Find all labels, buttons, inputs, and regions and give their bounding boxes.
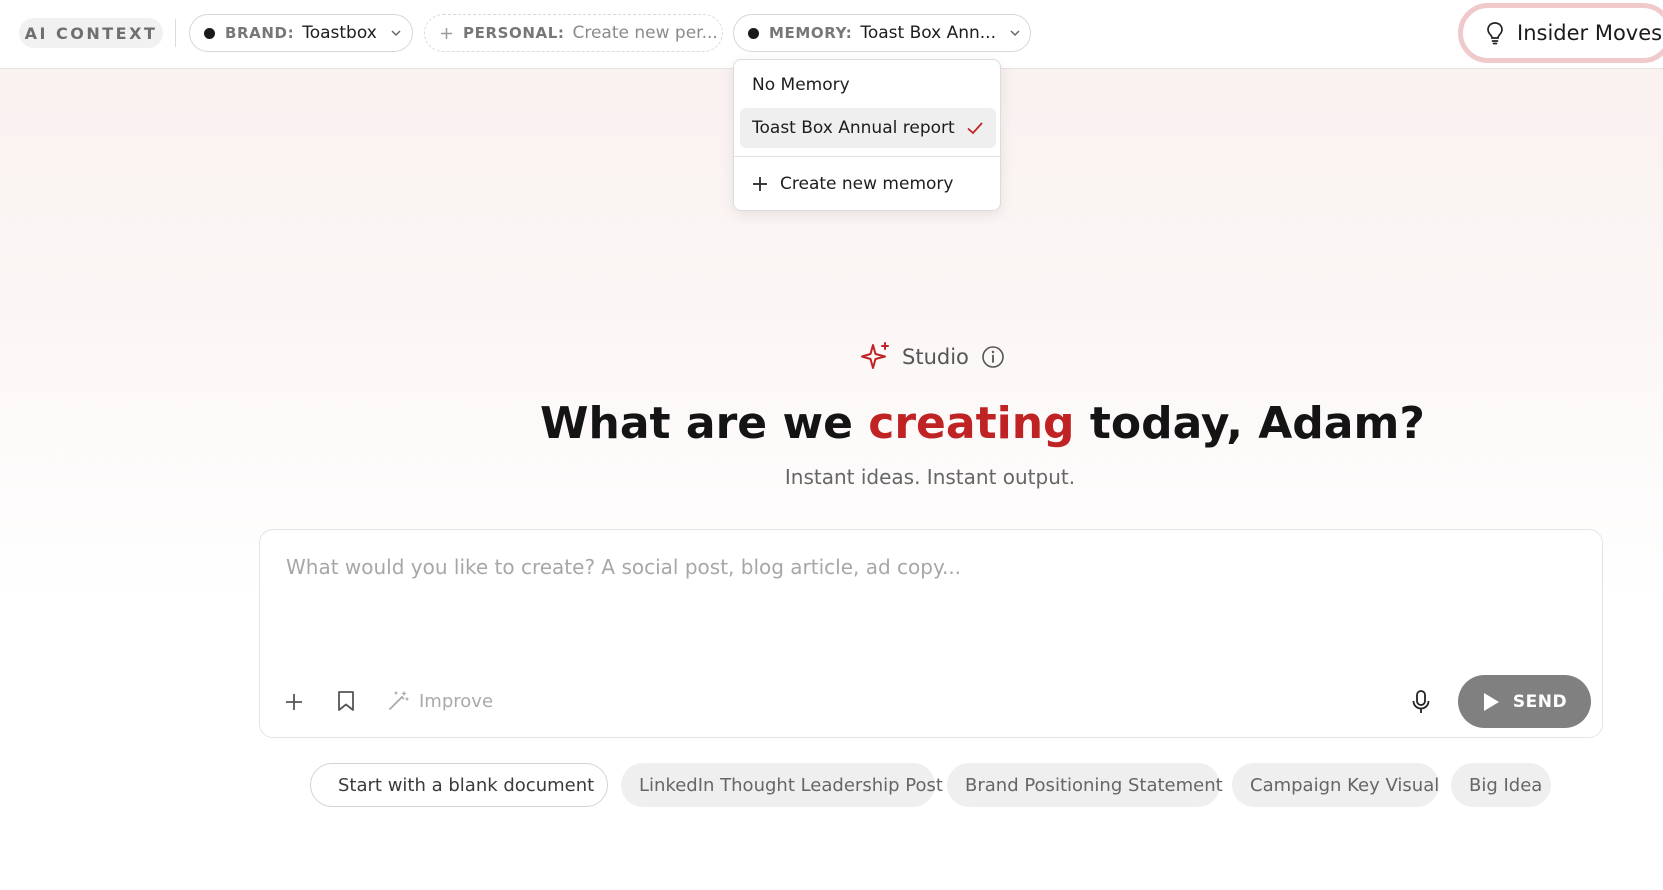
- chip-label: Campaign Key Visual: [1250, 774, 1440, 796]
- memory-dropdown-menu: No Memory Toast Box Annual report Create…: [733, 59, 1002, 211]
- personal-selector[interactable]: PERSONAL: Create new per...: [424, 14, 723, 52]
- divider: [175, 19, 176, 47]
- ai-context-label: AI CONTEXT: [19, 18, 163, 48]
- microphone-icon: [1412, 690, 1430, 713]
- tagline: Instant ideas. Instant output.: [784, 465, 1076, 489]
- personal-value: Create new per...: [572, 23, 718, 43]
- create-new-memory-label: Create new memory: [780, 174, 954, 194]
- chevron-down-icon: [391, 30, 401, 37]
- bookmark-icon: [338, 691, 354, 711]
- bookmark-button[interactable]: [337, 690, 355, 712]
- studio-header: Studio: [860, 340, 1005, 374]
- sparkle-icon: [861, 342, 889, 369]
- chevron-down-icon: [1010, 30, 1020, 37]
- menu-item-label: Toast Box Annual report: [752, 118, 955, 138]
- memory-status-dot: [748, 27, 759, 39]
- suggestion-linkedin-post[interactable]: LinkedIn Thought Leadership Post: [621, 763, 943, 807]
- plus-icon: [753, 177, 767, 191]
- lightbulb-icon: [1487, 22, 1503, 45]
- insider-moves-label: Insider Moves: [1517, 21, 1663, 45]
- menu-item-no-memory[interactable]: No Memory: [740, 65, 996, 105]
- suggestion-brand-positioning[interactable]: Brand Positioning Statement: [947, 763, 1223, 807]
- improve-label: Improve: [419, 690, 494, 712]
- info-icon[interactable]: [981, 345, 1005, 369]
- brand-selector[interactable]: BRAND: Toastbox: [189, 14, 413, 52]
- menu-item-toast-box-annual-report[interactable]: Toast Box Annual report: [740, 108, 996, 148]
- insider-moves-button[interactable]: Insider Moves: [1458, 3, 1663, 63]
- suggestion-campaign-key-visual[interactable]: Campaign Key Visual: [1232, 763, 1439, 807]
- add-attachment-button[interactable]: [284, 692, 304, 712]
- studio-label: Studio: [902, 345, 969, 369]
- microphone-button[interactable]: [1411, 689, 1431, 715]
- send-button[interactable]: SEND: [1458, 675, 1591, 728]
- create-new-memory-button[interactable]: Create new memory: [740, 164, 996, 204]
- headline-accent: creating: [868, 398, 1075, 449]
- magic-wand-icon: [389, 691, 409, 710]
- menu-item-label: No Memory: [752, 75, 850, 95]
- headline-suffix: today, Adam?: [1074, 398, 1425, 449]
- play-icon: [1483, 692, 1499, 711]
- plus-icon: [441, 27, 452, 39]
- chip-label: Big Idea: [1469, 774, 1543, 796]
- memory-selector[interactable]: MEMORY: Toast Box Ann...: [733, 14, 1031, 52]
- prompt-input[interactable]: [286, 552, 1566, 582]
- chip-label: Start with a blank document: [338, 774, 595, 796]
- memory-value: Toast Box Ann...: [860, 23, 996, 43]
- brand-value: Toastbox: [302, 23, 377, 43]
- page-title: What are we creating today, Adam?: [540, 398, 1425, 449]
- headline-prefix: What are we: [540, 398, 869, 449]
- memory-key: MEMORY:: [769, 24, 853, 42]
- improve-button[interactable]: Improve: [387, 690, 493, 712]
- plus-icon: [286, 694, 302, 710]
- checkmark-icon: [967, 122, 983, 135]
- personal-key: PERSONAL:: [463, 24, 565, 42]
- brand-key: BRAND:: [225, 24, 295, 42]
- suggestion-big-idea[interactable]: Big Idea: [1451, 763, 1551, 807]
- brand-status-dot: [204, 27, 215, 39]
- chip-label: Brand Positioning Statement: [965, 774, 1223, 796]
- send-label: SEND: [1512, 691, 1568, 712]
- prompt-composer: Improve SEND: [259, 529, 1603, 738]
- chip-label: LinkedIn Thought Leadership Post: [639, 774, 943, 796]
- menu-divider: [734, 156, 1002, 157]
- suggestion-blank-document[interactable]: Start with a blank document: [310, 763, 608, 807]
